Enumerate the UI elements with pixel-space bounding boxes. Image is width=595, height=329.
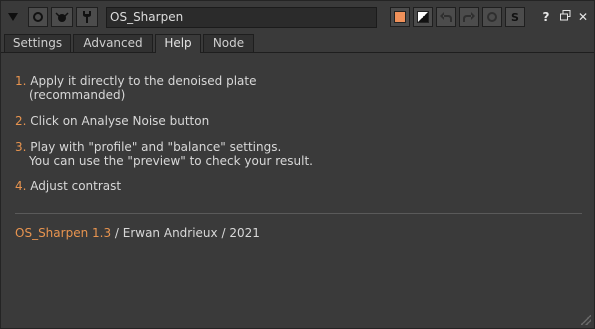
undo-icon[interactable] xyxy=(436,7,456,27)
view-node-icon[interactable] xyxy=(28,7,48,27)
script-icon[interactable]: S xyxy=(505,7,525,27)
credits: OS_Sharpen 1.3 / Erwan Andrieux / 2021 xyxy=(15,226,260,240)
tab-advanced[interactable]: Advanced xyxy=(73,34,153,52)
close-icon[interactable]: ✕ xyxy=(576,9,590,25)
step-text-continued: (recommanded) xyxy=(29,88,126,102)
hide-input-icon[interactable] xyxy=(413,7,433,27)
help-step-1: 1. Apply it directly to the denoised pla… xyxy=(15,74,257,102)
tool-version: OS_Sharpen 1.3 xyxy=(15,226,112,240)
toolbar: OS_Sharpen S ? ✕ xyxy=(1,1,594,33)
help-icon[interactable]: ? xyxy=(539,9,553,25)
tab-node[interactable]: Node xyxy=(203,34,254,52)
collapse-arrow-icon[interactable] xyxy=(5,7,21,27)
wrench-icon[interactable] xyxy=(76,7,98,27)
tabs-baseline xyxy=(1,52,594,53)
bug-icon[interactable] xyxy=(51,7,73,27)
float-panel-icon[interactable] xyxy=(558,9,572,25)
step-number: 2. xyxy=(15,114,27,128)
revert-icon[interactable] xyxy=(482,7,502,27)
step-number: 1. xyxy=(15,74,27,88)
help-step-2: 2. Click on Analyse Noise button xyxy=(15,114,209,128)
swatch-fill xyxy=(394,11,406,23)
author-year: / Erwan Andrieux / 2021 xyxy=(111,226,260,240)
redo-icon[interactable] xyxy=(459,7,479,27)
step-text: Adjust contrast xyxy=(30,179,122,193)
step-text: Play with "profile" and "balance" settin… xyxy=(30,140,282,154)
tab-settings[interactable]: Settings xyxy=(4,34,71,52)
properties-panel: OS_Sharpen S ? ✕ Settings Advanced Help … xyxy=(0,0,595,329)
help-step-4: 4. Adjust contrast xyxy=(15,179,121,193)
step-number: 3. xyxy=(15,140,27,154)
help-step-3: 3. Play with "profile" and "balance" set… xyxy=(15,140,313,168)
divider xyxy=(15,213,582,214)
step-text-continued: You can use the "preview" to check your … xyxy=(29,154,313,168)
node-name-field[interactable]: OS_Sharpen xyxy=(106,7,377,28)
tab-help[interactable]: Help xyxy=(155,34,201,53)
node-color-swatch[interactable] xyxy=(390,7,410,27)
step-text: Click on Analyse Noise button xyxy=(30,114,210,128)
step-number: 4. xyxy=(15,179,27,193)
step-text: Apply it directly to the denoised plate xyxy=(30,74,257,88)
resize-grip-icon[interactable] xyxy=(581,315,591,325)
hide-input-fill xyxy=(417,11,429,23)
